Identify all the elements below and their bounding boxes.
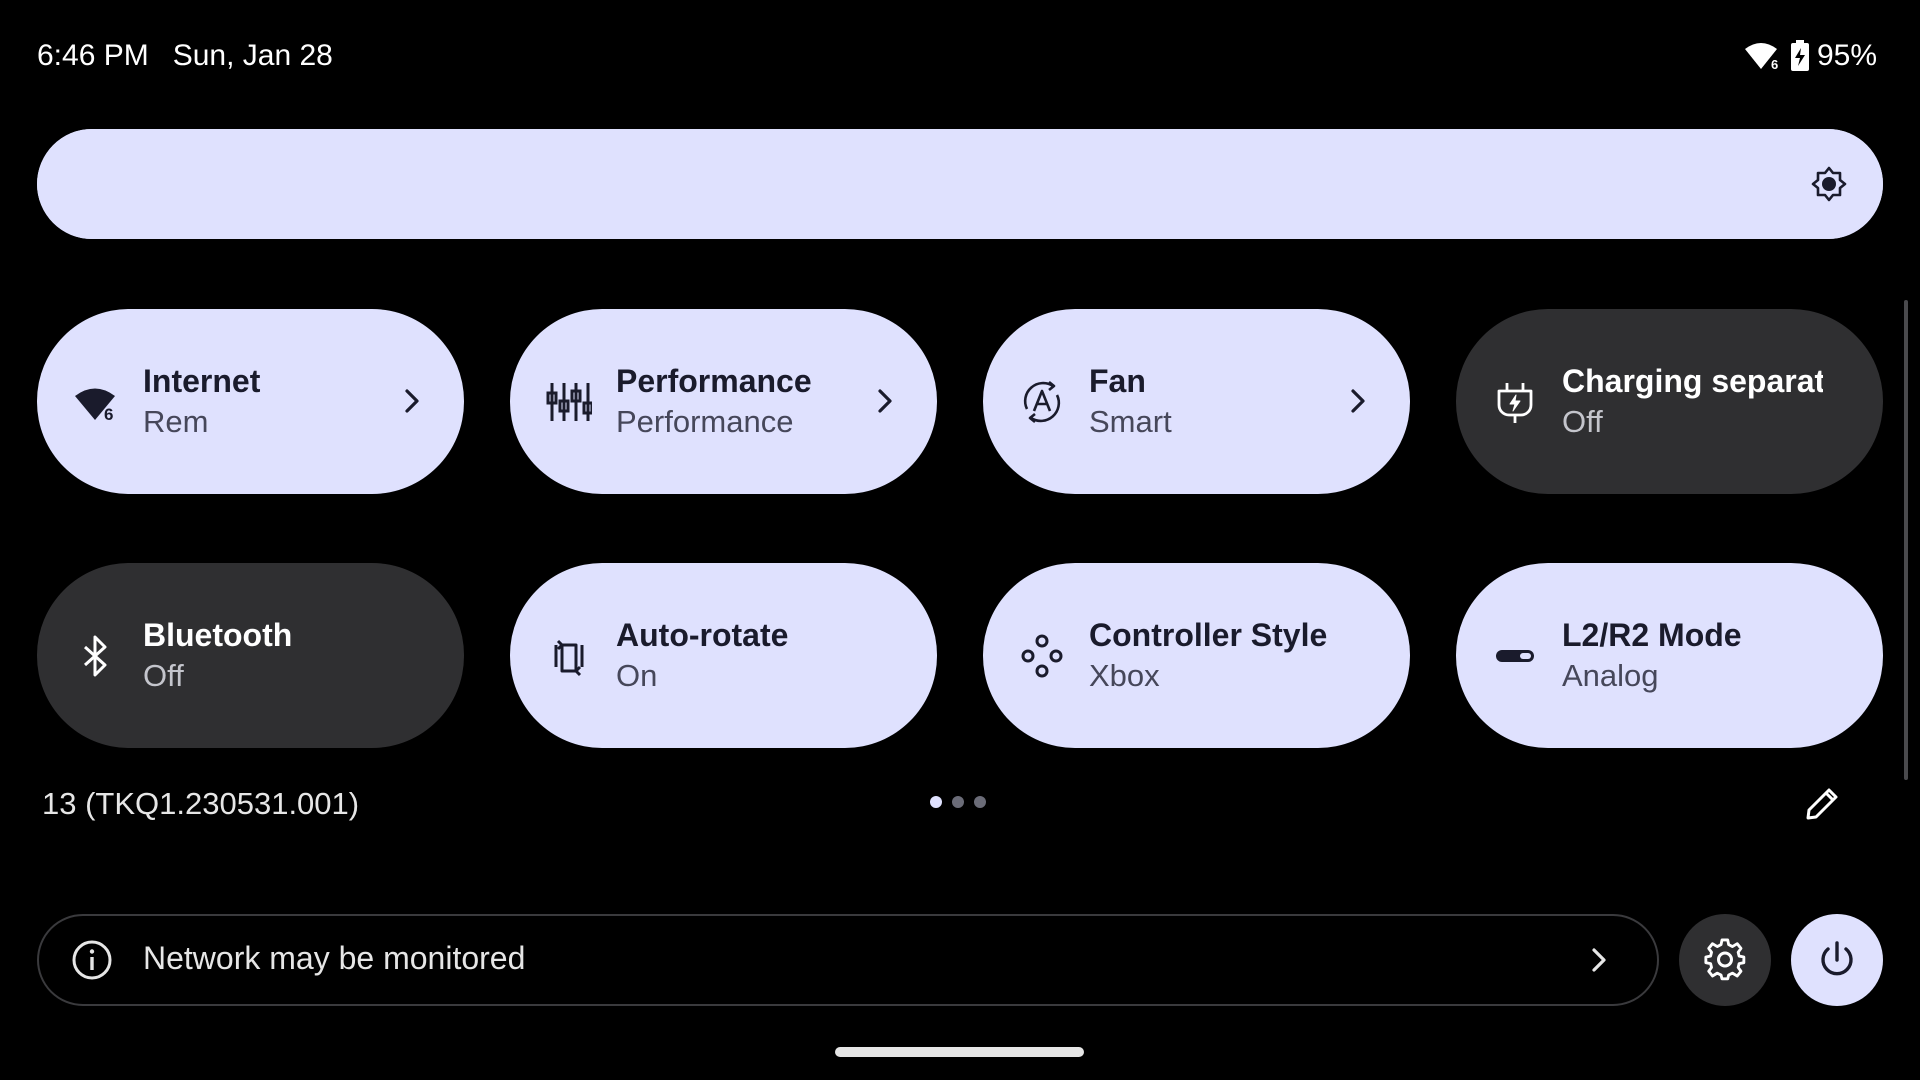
status-time: 6:46 PM [37, 39, 149, 72]
page-indicator [930, 796, 986, 808]
brightness-slider-fill [37, 129, 1883, 239]
tile-fan[interactable]: Fan Smart [983, 309, 1410, 494]
chevron-right-icon[interactable] [871, 387, 899, 415]
power-icon [1821, 941, 1853, 976]
page-dot [930, 796, 942, 808]
tile-text: Performance Performance [616, 361, 877, 443]
battery-percent: 95% [1816, 39, 1877, 72]
battery-charging-icon [1789, 40, 1811, 72]
bluetooth-icon [73, 633, 119, 679]
status-icons: 6 95% [1743, 39, 1877, 73]
trigger-mode-icon [1492, 633, 1538, 679]
tile-text: Controller Style Xbox [1089, 615, 1350, 697]
gear-icon [1704, 938, 1746, 981]
brightness-slider[interactable] [37, 129, 1883, 239]
svg-text:6: 6 [1771, 57, 1778, 71]
auto-rotate-icon [546, 633, 592, 679]
tile-text: Fan Smart [1089, 361, 1350, 443]
svg-text:6: 6 [104, 405, 113, 424]
status-bar: 6:46 PM Sun, Jan 28 6 95% [37, 36, 1877, 76]
build-number[interactable]: 13 (TKQ1.230531.001) [42, 786, 359, 822]
network-monitored-footer[interactable]: Network may be monitored [37, 914, 1659, 1006]
wifi-icon: 6 [1743, 41, 1783, 71]
quick-settings-panel: 6:46 PM Sun, Jan 28 6 95% 6 Internet Rem… [0, 0, 1920, 1080]
page-dot [974, 796, 986, 808]
tile-label: Charging separat.. [1562, 363, 1823, 399]
tile-label: Internet [143, 363, 261, 399]
controller-buttons-icon [1019, 633, 1065, 679]
tile-label: Performance [616, 363, 812, 399]
tile-text: L2/R2 Mode Analog [1562, 615, 1823, 697]
tile-state: Analog [1562, 658, 1659, 693]
security-footer-text: Network may be monitored [143, 940, 526, 976]
tile-controller-style[interactable]: Controller Style Xbox [983, 563, 1410, 748]
fan-auto-icon [1019, 379, 1065, 425]
page-dot [952, 796, 964, 808]
tile-state: Xbox [1089, 658, 1160, 693]
tile-auto-rotate[interactable]: Auto-rotate On [510, 563, 937, 748]
info-icon [72, 940, 112, 980]
tile-label: L2/R2 Mode [1562, 617, 1742, 653]
tile-state: Smart [1089, 404, 1172, 439]
brightness-icon [1811, 166, 1847, 202]
tile-state: On [616, 658, 658, 693]
tile-label: Fan [1089, 363, 1146, 399]
tile-internet[interactable]: 6 Internet Rem [37, 309, 464, 494]
tile-text: Charging separat.. Off [1562, 361, 1823, 443]
charging-plug-icon [1492, 379, 1538, 425]
tile-label: Controller Style [1089, 617, 1328, 653]
scrollbar[interactable] [1904, 300, 1908, 780]
tile-charging-separat[interactable]: Charging separat.. Off [1456, 309, 1883, 494]
tile-state: Performance [616, 404, 794, 439]
chevron-right-icon[interactable] [1344, 387, 1372, 415]
edit-pencil-icon[interactable] [1802, 784, 1842, 824]
tile-text: Internet Rem [143, 361, 404, 443]
wifi-icon: 6 [73, 379, 119, 425]
power-button[interactable] [1791, 914, 1883, 1006]
chevron-right-icon [1592, 948, 1606, 972]
tile-state: Off [143, 658, 184, 693]
tile-label: Auto-rotate [616, 617, 789, 653]
performance-sliders-icon [546, 379, 594, 425]
navigation-handle[interactable] [835, 1047, 1084, 1057]
tile-text: Bluetooth Off [143, 615, 404, 697]
tile-performance[interactable]: Performance Performance [510, 309, 937, 494]
tile-bluetooth[interactable]: Bluetooth Off [37, 563, 464, 748]
tile-text: Auto-rotate On [616, 615, 877, 697]
settings-button[interactable] [1679, 914, 1771, 1006]
tile-l2-r2-mode[interactable]: L2/R2 Mode Analog [1456, 563, 1883, 748]
status-date: Sun, Jan 28 [172, 39, 333, 72]
tile-label: Bluetooth [143, 617, 293, 653]
tile-state: Rem [143, 404, 209, 439]
chevron-right-icon[interactable] [398, 387, 426, 415]
tile-state: Off [1562, 404, 1603, 439]
